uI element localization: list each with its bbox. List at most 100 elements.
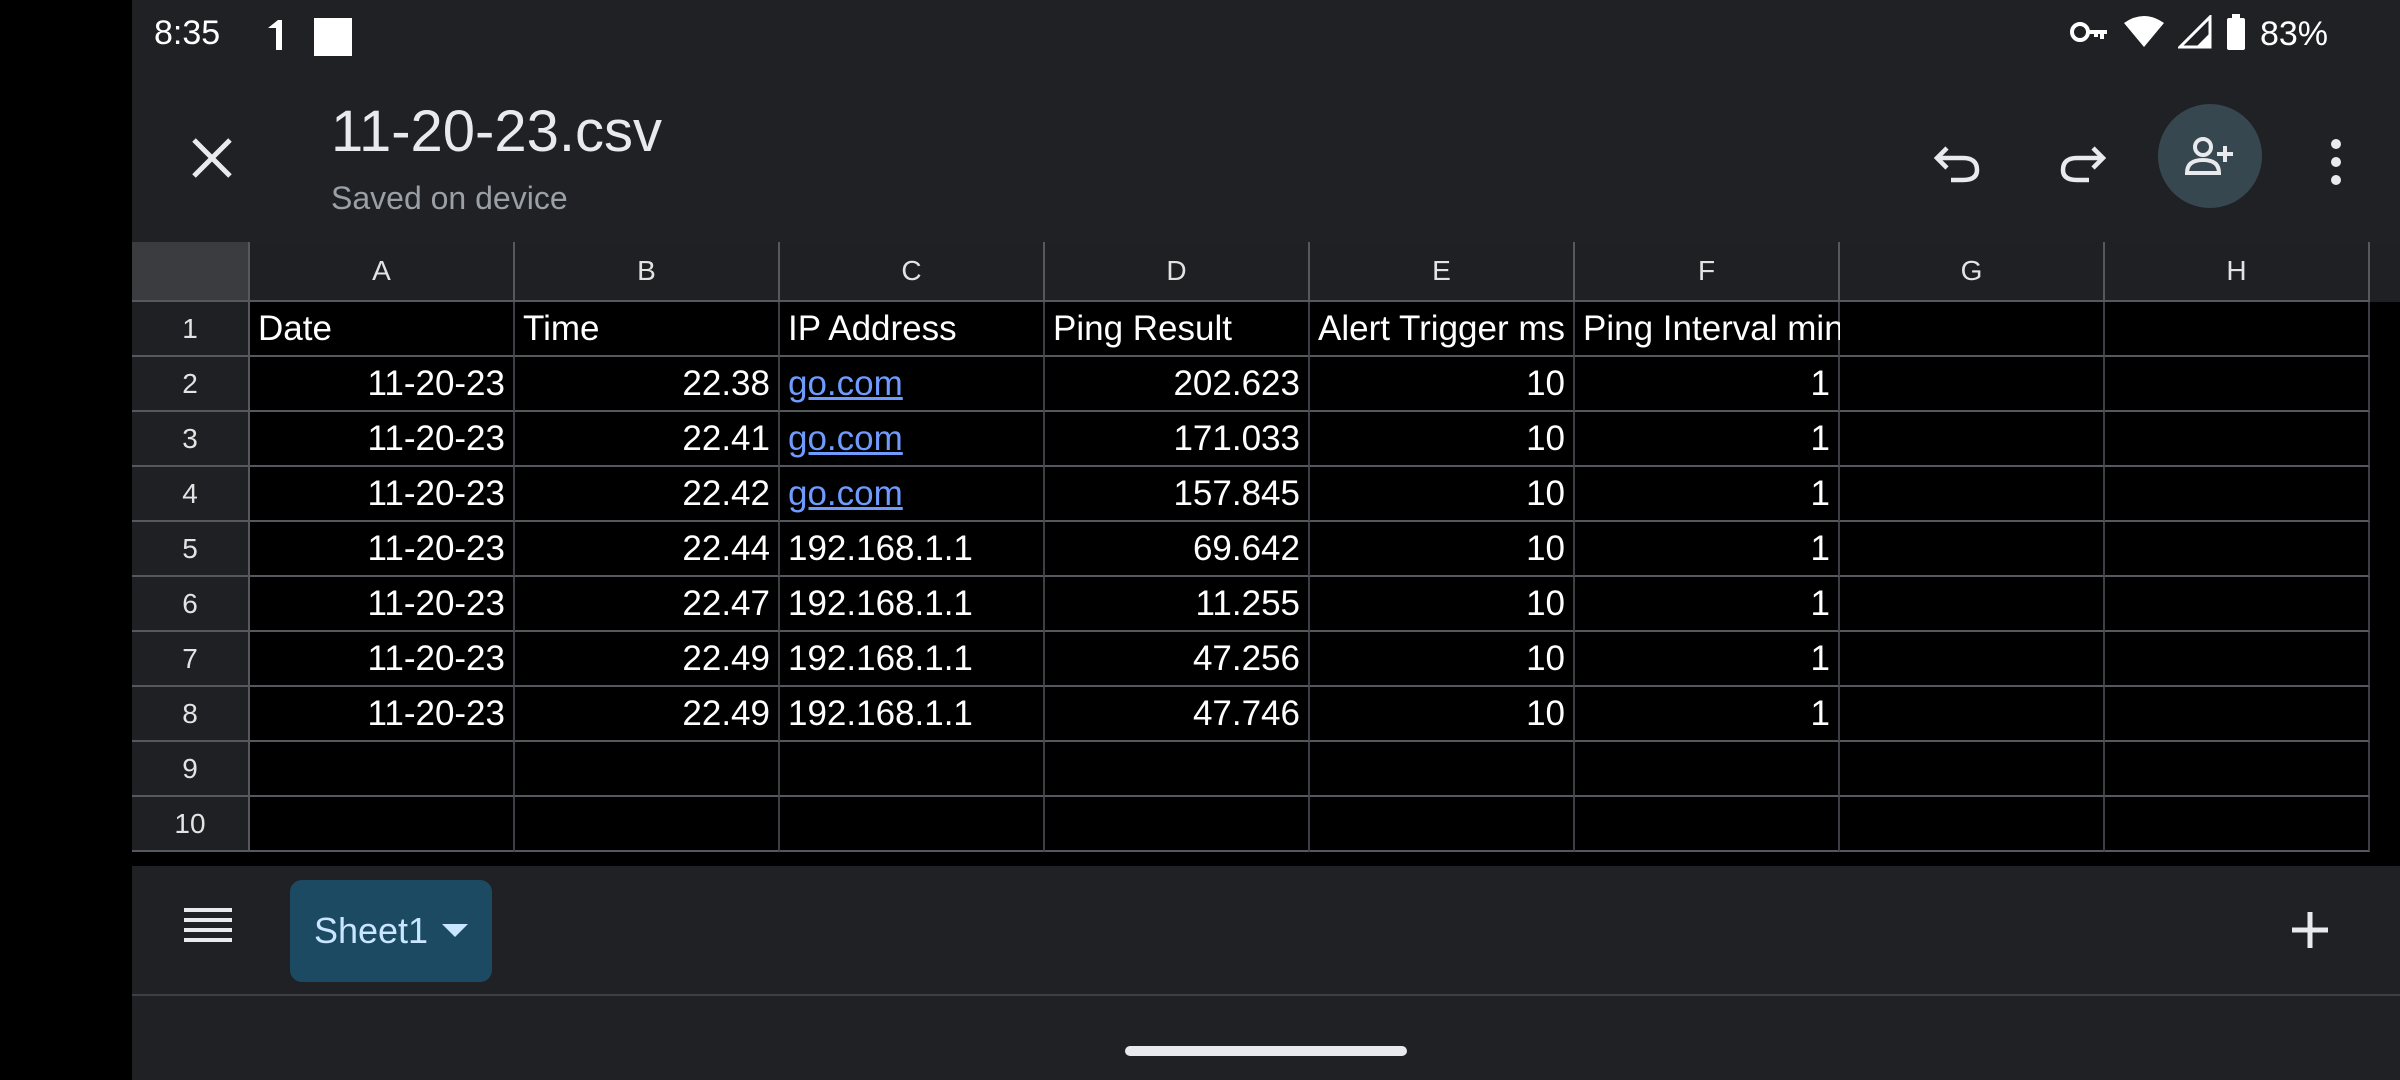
cell-c1[interactable]: IP Address: [780, 302, 1045, 357]
cell-link[interactable]: go.com: [788, 419, 903, 459]
cell-f8[interactable]: 1: [1575, 687, 1840, 742]
sheets-list-button[interactable]: [182, 906, 246, 958]
row-header-1[interactable]: 1: [132, 302, 250, 357]
cell-h5[interactable]: [2105, 522, 2370, 577]
cell-b3[interactable]: 22.41: [515, 412, 780, 467]
select-all-corner[interactable]: [132, 242, 250, 302]
row-header-7[interactable]: 7: [132, 632, 250, 687]
cell-e10[interactable]: [1310, 797, 1575, 852]
cell-c3[interactable]: go.com: [780, 412, 1045, 467]
cell-b2[interactable]: 22.38: [515, 357, 780, 412]
cell-f4[interactable]: 1: [1575, 467, 1840, 522]
cell-d1[interactable]: Ping Result: [1045, 302, 1310, 357]
cell-a3[interactable]: 11-20-23: [250, 412, 515, 467]
cell-g1[interactable]: [1840, 302, 2105, 357]
cell-d3[interactable]: 171.033: [1045, 412, 1310, 467]
cell-e9[interactable]: [1310, 742, 1575, 797]
cell-b4[interactable]: 22.42: [515, 467, 780, 522]
cell-f9[interactable]: [1575, 742, 1840, 797]
cell-h9[interactable]: [2105, 742, 2370, 797]
close-button[interactable]: [174, 120, 250, 196]
cell-d7[interactable]: 47.256: [1045, 632, 1310, 687]
cell-g4[interactable]: [1840, 467, 2105, 522]
cell-h4[interactable]: [2105, 467, 2370, 522]
cell-g5[interactable]: [1840, 522, 2105, 577]
cell-link[interactable]: go.com: [788, 474, 903, 514]
column-header-d[interactable]: D: [1045, 242, 1310, 302]
more-options-button[interactable]: [2298, 124, 2374, 200]
cell-g6[interactable]: [1840, 577, 2105, 632]
cell-h2[interactable]: [2105, 357, 2370, 412]
cell-e2[interactable]: 10: [1310, 357, 1575, 412]
column-header-h[interactable]: H: [2105, 242, 2370, 302]
cell-b8[interactable]: 22.49: [515, 687, 780, 742]
cell-f5[interactable]: 1: [1575, 522, 1840, 577]
home-gesture-pill[interactable]: [1125, 1046, 1407, 1056]
cell-a4[interactable]: 11-20-23: [250, 467, 515, 522]
row-header-10[interactable]: 10: [132, 797, 250, 852]
column-header-b[interactable]: B: [515, 242, 780, 302]
cell-f3[interactable]: 1: [1575, 412, 1840, 467]
column-header-f[interactable]: F: [1575, 242, 1840, 302]
cell-d6[interactable]: 11.255: [1045, 577, 1310, 632]
cell-link[interactable]: go.com: [788, 364, 903, 404]
spreadsheet-grid[interactable]: ABCDEFGH 1 Date Time IP Address Ping Result A…: [132, 242, 2400, 866]
cell-h8[interactable]: [2105, 687, 2370, 742]
cell-a8[interactable]: 11-20-23: [250, 687, 515, 742]
cell-h7[interactable]: [2105, 632, 2370, 687]
cell-d5[interactable]: 69.642: [1045, 522, 1310, 577]
cell-c6[interactable]: 192.168.1.1: [780, 577, 1045, 632]
cell-a10[interactable]: [250, 797, 515, 852]
cell-d4[interactable]: 157.845: [1045, 467, 1310, 522]
row-header-9[interactable]: 9: [132, 742, 250, 797]
cell-a2[interactable]: 11-20-23: [250, 357, 515, 412]
row-header-8[interactable]: 8: [132, 687, 250, 742]
cell-e6[interactable]: 10: [1310, 577, 1575, 632]
cell-c2[interactable]: go.com: [780, 357, 1045, 412]
cell-c9[interactable]: [780, 742, 1045, 797]
cell-a5[interactable]: 11-20-23: [250, 522, 515, 577]
cell-g2[interactable]: [1840, 357, 2105, 412]
cell-b5[interactable]: 22.44: [515, 522, 780, 577]
row-header-3[interactable]: 3: [132, 412, 250, 467]
sheet-tab-active[interactable]: Sheet1: [290, 880, 492, 982]
row-header-6[interactable]: 6: [132, 577, 250, 632]
redo-button[interactable]: [2044, 124, 2120, 200]
cell-e3[interactable]: 10: [1310, 412, 1575, 467]
row-header-5[interactable]: 5: [132, 522, 250, 577]
cell-f7[interactable]: 1: [1575, 632, 1840, 687]
cell-f2[interactable]: 1: [1575, 357, 1840, 412]
share-button[interactable]: [2158, 104, 2262, 208]
cell-e4[interactable]: 10: [1310, 467, 1575, 522]
cell-f6[interactable]: 1: [1575, 577, 1840, 632]
cell-e8[interactable]: 10: [1310, 687, 1575, 742]
cell-d10[interactable]: [1045, 797, 1310, 852]
cell-f10[interactable]: [1575, 797, 1840, 852]
cell-f1[interactable]: Ping Interval minutes: [1575, 302, 1910, 357]
cell-d8[interactable]: 47.746: [1045, 687, 1310, 742]
cell-a1[interactable]: Date: [250, 302, 515, 357]
cell-a6[interactable]: 11-20-23: [250, 577, 515, 632]
column-header-c[interactable]: C: [780, 242, 1045, 302]
row-header-4[interactable]: 4: [132, 467, 250, 522]
cell-b9[interactable]: [515, 742, 780, 797]
cell-c5[interactable]: 192.168.1.1: [780, 522, 1045, 577]
add-sheet-button[interactable]: [2278, 898, 2342, 962]
undo-button[interactable]: [1920, 124, 1996, 200]
cell-g8[interactable]: [1840, 687, 2105, 742]
cell-e7[interactable]: 10: [1310, 632, 1575, 687]
cell-e1[interactable]: Alert Trigger ms: [1310, 302, 1575, 357]
cell-h10[interactable]: [2105, 797, 2370, 852]
cell-d2[interactable]: 202.623: [1045, 357, 1310, 412]
cell-b6[interactable]: 22.47: [515, 577, 780, 632]
cell-b10[interactable]: [515, 797, 780, 852]
cell-d9[interactable]: [1045, 742, 1310, 797]
cell-h1[interactable]: [2105, 302, 2370, 357]
cell-c4[interactable]: go.com: [780, 467, 1045, 522]
row-header-2[interactable]: 2: [132, 357, 250, 412]
cell-e5[interactable]: 10: [1310, 522, 1575, 577]
cell-g9[interactable]: [1840, 742, 2105, 797]
cell-g10[interactable]: [1840, 797, 2105, 852]
column-header-a[interactable]: A: [250, 242, 515, 302]
cell-a7[interactable]: 11-20-23: [250, 632, 515, 687]
